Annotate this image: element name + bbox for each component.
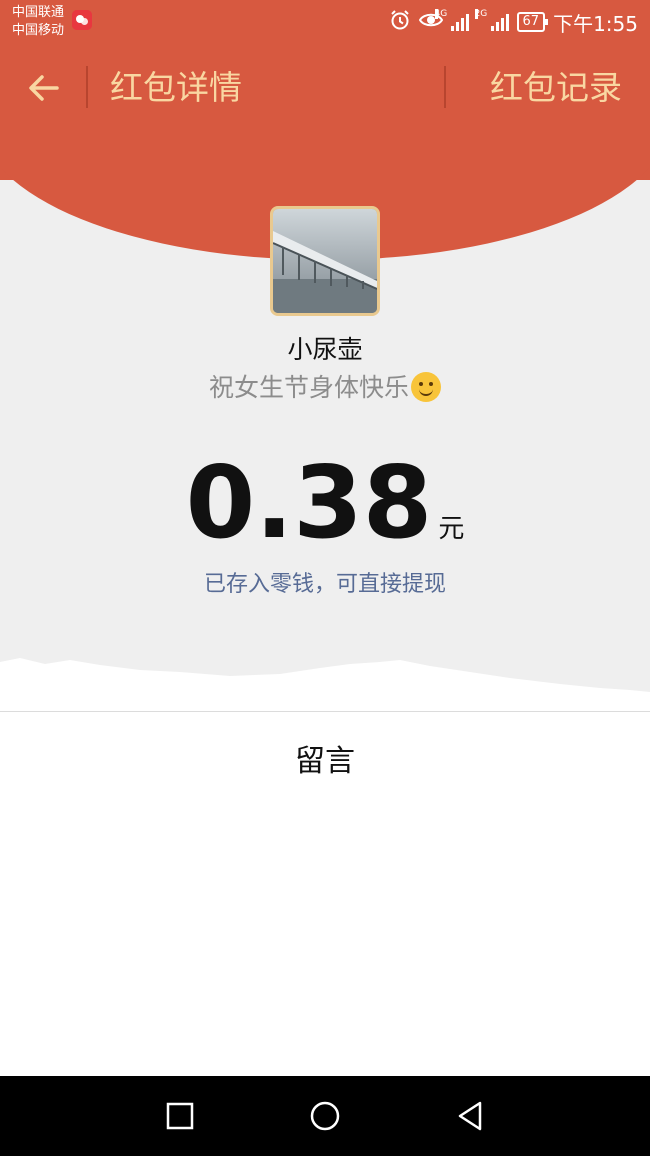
signal-icon-1: 4G: [434, 9, 469, 31]
nav-divider-right: [444, 66, 446, 108]
amount-row: 0.38 元: [0, 448, 650, 558]
nav-bar: 红包详情 红包记录: [0, 56, 650, 120]
section-divider: [0, 711, 650, 712]
back-button[interactable]: [20, 66, 68, 110]
system-nav-bar: [0, 1076, 650, 1156]
signal-icon-2: 2G: [474, 9, 509, 31]
recents-button[interactable]: [160, 1096, 200, 1136]
smile-emoji-icon: [411, 372, 441, 402]
deposit-status-link[interactable]: 已存入零钱，可直接提现: [0, 566, 650, 598]
status-icons: 4G 2G 67 下午1:55: [389, 8, 638, 36]
nav-divider-left: [86, 66, 88, 108]
amount-value: 0.38: [185, 444, 433, 561]
recents-square-icon: [166, 1102, 194, 1130]
torn-paper-edge: [0, 658, 650, 712]
sender-avatar[interactable]: [270, 206, 380, 316]
status-bar: 中国联通 中国移动 4G 2G 67 下午1:55: [0, 0, 650, 48]
carrier-info: 中国联通 中国移动: [12, 4, 64, 40]
notification-app-icon: [72, 10, 92, 30]
carrier-1: 中国联通: [12, 5, 65, 20]
alarm-icon: [389, 9, 411, 36]
clock: 下午1:55: [553, 11, 638, 36]
greeting-text: 祝女生节身体快乐: [208, 373, 409, 402]
back-triangle-icon: [458, 1101, 482, 1131]
greeting-message: 祝女生节身体快乐: [0, 368, 650, 404]
avatar-image: [273, 209, 377, 313]
amount-unit: 元: [438, 514, 465, 544]
home-button[interactable]: [305, 1096, 345, 1136]
network-type-1: 4G: [434, 9, 448, 19]
carrier-2: 中国移动: [12, 23, 65, 38]
home-circle-icon: [310, 1101, 340, 1131]
message-section-title: 留言: [295, 744, 355, 779]
arrow-left-icon: [29, 75, 59, 101]
network-type-2: 2G: [474, 9, 488, 19]
red-packet-records-link[interactable]: 红包记录: [490, 66, 622, 110]
page-title: 红包详情: [110, 68, 242, 107]
battery-icon: 67: [516, 12, 548, 32]
back-nav-button[interactable]: [450, 1096, 490, 1136]
sender-name: 小尿壶: [287, 335, 363, 364]
